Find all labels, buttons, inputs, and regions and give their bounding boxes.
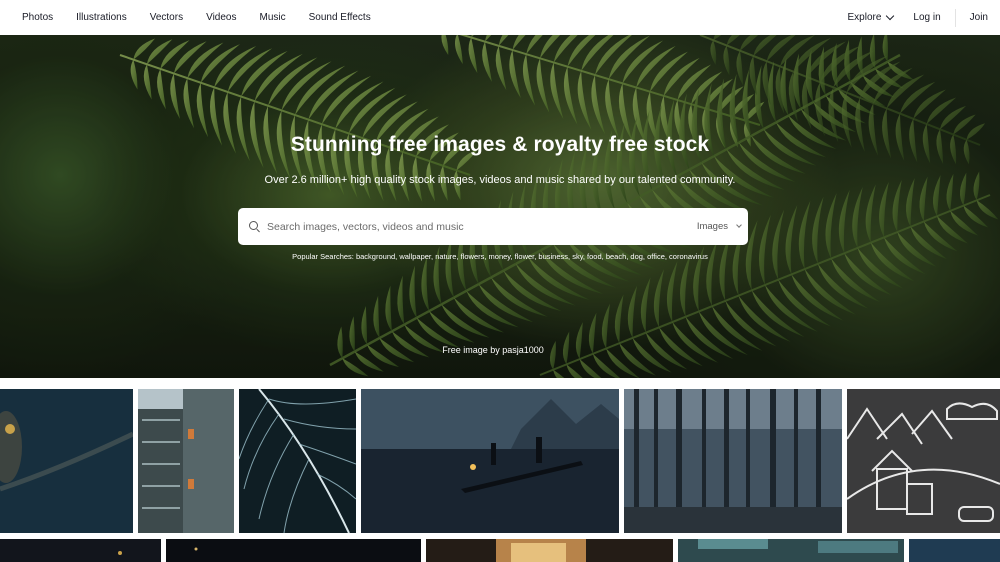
join-link[interactable]: Join <box>970 12 988 23</box>
gallery-image-chalk-drawing[interactable] <box>847 389 1000 533</box>
nav-music[interactable]: Music <box>259 12 285 23</box>
media-type-label: Images <box>696 221 728 232</box>
gallery-image-sky[interactable] <box>909 539 1000 562</box>
market-image <box>426 539 673 562</box>
explore-label: Explore <box>847 12 882 23</box>
gallery-image-boats[interactable] <box>678 539 904 562</box>
gallery-image-building[interactable] <box>138 389 234 533</box>
gallery-image-night-2[interactable] <box>166 539 421 562</box>
nav-photos[interactable]: Photos <box>22 12 53 23</box>
forest-image <box>624 389 842 533</box>
main-nav: Photos Illustrations Vectors Videos Musi… <box>0 12 394 23</box>
sky-image <box>909 539 1000 562</box>
chalk-drawing-image <box>847 389 1000 533</box>
media-type-select[interactable]: Images <box>696 208 742 245</box>
fisherman-image <box>361 389 619 533</box>
top-navigation-bar: Photos Illustrations Vectors Videos Musi… <box>0 0 1000 35</box>
popular-searches-label: Popular Searches: <box>292 252 354 261</box>
hero-banner: Stunning free images & royalty free stoc… <box>0 35 1000 378</box>
hero-overlay <box>0 35 1000 378</box>
search-input[interactable] <box>267 208 667 245</box>
hero-subtitle: Over 2.6 million+ high quality stock ima… <box>264 174 736 186</box>
popular-searches-terms[interactable]: background, wallpaper, nature, flowers, … <box>356 252 708 261</box>
search-icon[interactable] <box>249 221 258 230</box>
gallery-image-market[interactable] <box>426 539 673 562</box>
popular-searches: Popular Searches: background, wallpaper,… <box>0 252 1000 261</box>
night-image-1 <box>0 539 161 562</box>
hero-title: Stunning free images & royalty free stoc… <box>290 133 710 156</box>
nav-videos[interactable]: Videos <box>206 12 236 23</box>
search-bar: Images <box>238 208 748 245</box>
account-nav: Explore Log in Join <box>847 0 988 35</box>
building-image <box>138 389 234 533</box>
feather-image <box>239 389 356 533</box>
night-image-2 <box>166 539 421 562</box>
explore-menu[interactable]: Explore <box>847 11 895 23</box>
gallery-image-forest[interactable] <box>624 389 842 533</box>
gallery-image-feather[interactable] <box>239 389 356 533</box>
gallery-image-night-1[interactable] <box>0 539 161 562</box>
chevron-down-icon <box>886 11 895 21</box>
nav-divider <box>954 8 956 27</box>
owl-image <box>0 389 133 533</box>
login-link[interactable]: Log in <box>913 12 940 23</box>
boats-image <box>678 539 904 562</box>
gallery-image-owl[interactable] <box>0 389 133 533</box>
chevron-down-icon <box>736 222 742 228</box>
nav-sound-effects[interactable]: Sound Effects <box>309 12 371 23</box>
nav-illustrations[interactable]: Illustrations <box>76 12 127 23</box>
gallery-image-fisherman[interactable] <box>361 389 619 533</box>
nav-vectors[interactable]: Vectors <box>150 12 183 23</box>
image-credit[interactable]: Free image by pasja1000 <box>0 345 986 355</box>
